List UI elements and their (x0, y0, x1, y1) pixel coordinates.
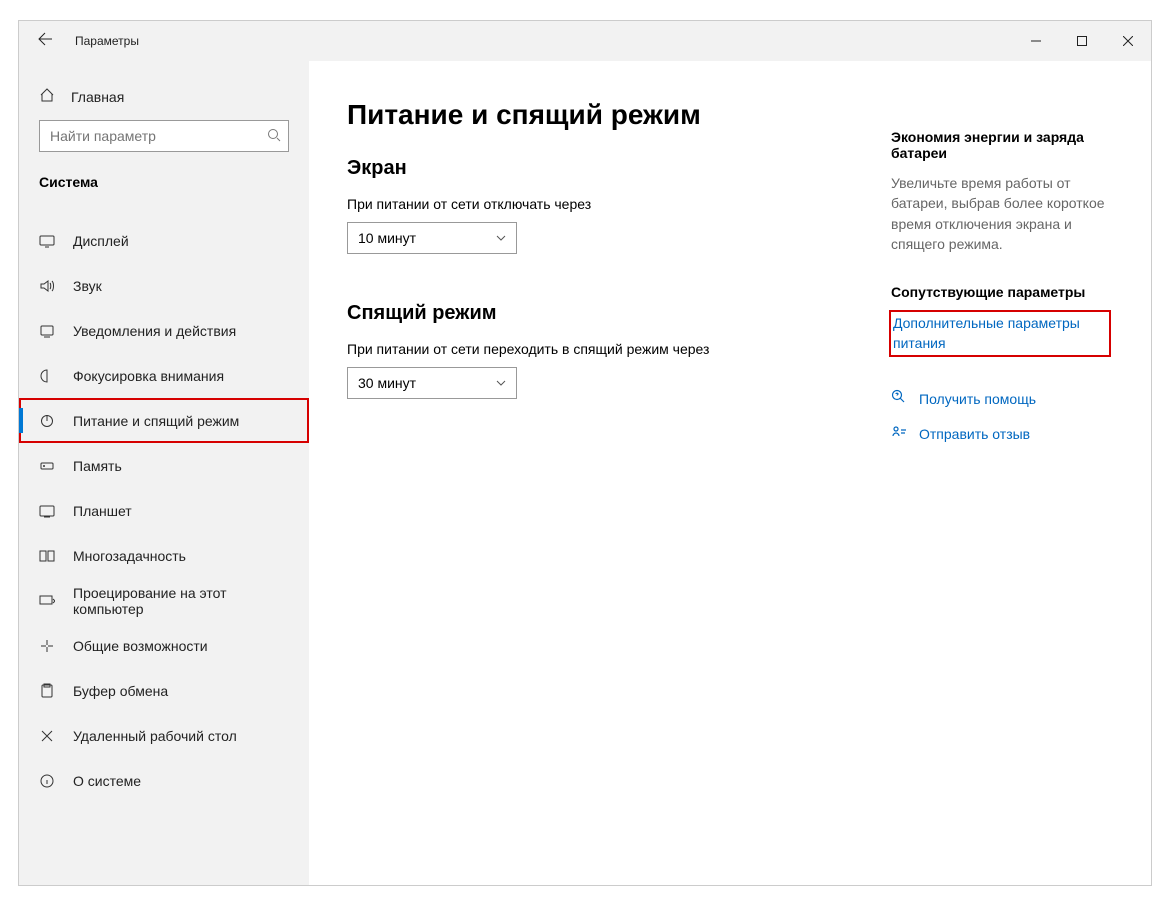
tablet-icon (39, 503, 55, 519)
feedback-link[interactable]: Отправить отзыв (919, 425, 1030, 445)
power-icon (39, 413, 55, 429)
sidebar-item-label: Удаленный рабочий стол (73, 728, 237, 744)
sidebar-item-projecting[interactable]: Проецирование на этот компьютер (19, 578, 309, 623)
sidebar-item-display[interactable]: Дисплей (19, 218, 309, 263)
screen-off-select[interactable]: 10 минут (347, 222, 517, 254)
page-title: Питание и спящий режим (347, 99, 867, 131)
sidebar-section-title: Система (19, 166, 309, 194)
get-help-link[interactable]: Получить помощь (919, 390, 1036, 410)
sidebar-item-multitasking[interactable]: Многозадачность (19, 533, 309, 578)
notifications-icon (39, 323, 55, 339)
sidebar: Главная Система Дисплей Звук (19, 61, 309, 885)
search-icon (267, 128, 281, 147)
remote-icon (39, 728, 55, 744)
projecting-icon (39, 593, 55, 609)
sidebar-item-sound[interactable]: Звук (19, 263, 309, 308)
sidebar-item-notifications[interactable]: Уведомления и действия (19, 308, 309, 353)
chevron-down-icon (496, 233, 506, 243)
minimize-button[interactable] (1013, 21, 1059, 61)
sidebar-item-focus[interactable]: Фокусировка внимания (19, 353, 309, 398)
search-input[interactable] (39, 120, 289, 152)
storage-icon (39, 458, 55, 474)
close-button[interactable] (1105, 21, 1151, 61)
sidebar-item-label: Буфер обмена (73, 683, 168, 699)
sidebar-item-label: Общие возможности (73, 638, 208, 654)
energy-heading: Экономия энергии и заряда батареи (891, 129, 1109, 161)
sidebar-item-storage[interactable]: Память (19, 443, 309, 488)
help-icon (891, 389, 907, 410)
sound-icon (39, 278, 55, 294)
home-icon (39, 87, 55, 106)
sidebar-item-label: Многозадачность (73, 548, 186, 564)
about-icon (39, 773, 55, 789)
sleep-value: 30 минут (358, 375, 416, 391)
sidebar-item-label: Звук (73, 278, 102, 294)
sidebar-home-label: Главная (71, 89, 124, 105)
focus-icon (39, 368, 55, 384)
sidebar-item-remote[interactable]: Удаленный рабочий стол (19, 713, 309, 758)
sidebar-item-label: Планшет (73, 503, 132, 519)
back-icon[interactable] (37, 31, 53, 52)
sidebar-item-label: Дисплей (73, 233, 129, 249)
sidebar-item-clipboard[interactable]: Буфер обмена (19, 668, 309, 713)
screen-heading: Экран (347, 157, 867, 180)
sidebar-item-label: Память (73, 458, 122, 474)
sleep-select[interactable]: 30 минут (347, 367, 517, 399)
related-heading: Сопутствующие параметры (891, 284, 1109, 300)
sidebar-item-label: Питание и спящий режим (73, 413, 239, 429)
clipboard-icon (39, 683, 55, 699)
multitasking-icon (39, 548, 55, 564)
sidebar-item-label: Фокусировка внимания (73, 368, 224, 384)
sleep-label: При питании от сети переходить в спящий … (347, 341, 867, 357)
chevron-down-icon (496, 378, 506, 388)
maximize-button[interactable] (1059, 21, 1105, 61)
sleep-heading: Спящий режим (347, 302, 867, 325)
sidebar-item-about[interactable]: О системе (19, 758, 309, 803)
sidebar-item-shared[interactable]: Общие возможности (19, 623, 309, 668)
titlebar: Параметры (19, 21, 1151, 61)
sidebar-item-label: О системе (73, 773, 141, 789)
additional-power-link[interactable]: Дополнительные параметры питания (893, 314, 1107, 353)
sidebar-item-label: Уведомления и действия (73, 323, 236, 339)
display-icon (39, 233, 55, 249)
sidebar-home[interactable]: Главная (19, 87, 309, 106)
sidebar-item-label: Проецирование на этот компьютер (73, 585, 289, 617)
feedback-icon (891, 424, 907, 445)
screen-off-label: При питании от сети отключать через (347, 196, 867, 212)
sidebar-item-power[interactable]: Питание и спящий режим (19, 398, 309, 443)
sidebar-item-tablet[interactable]: Планшет (19, 488, 309, 533)
energy-text: Увеличьте время работы от батареи, выбра… (891, 173, 1109, 254)
shared-icon (39, 638, 55, 654)
settings-window: Параметры Главная Система (18, 20, 1152, 886)
window-title: Параметры (75, 34, 139, 48)
screen-off-value: 10 минут (358, 230, 416, 246)
